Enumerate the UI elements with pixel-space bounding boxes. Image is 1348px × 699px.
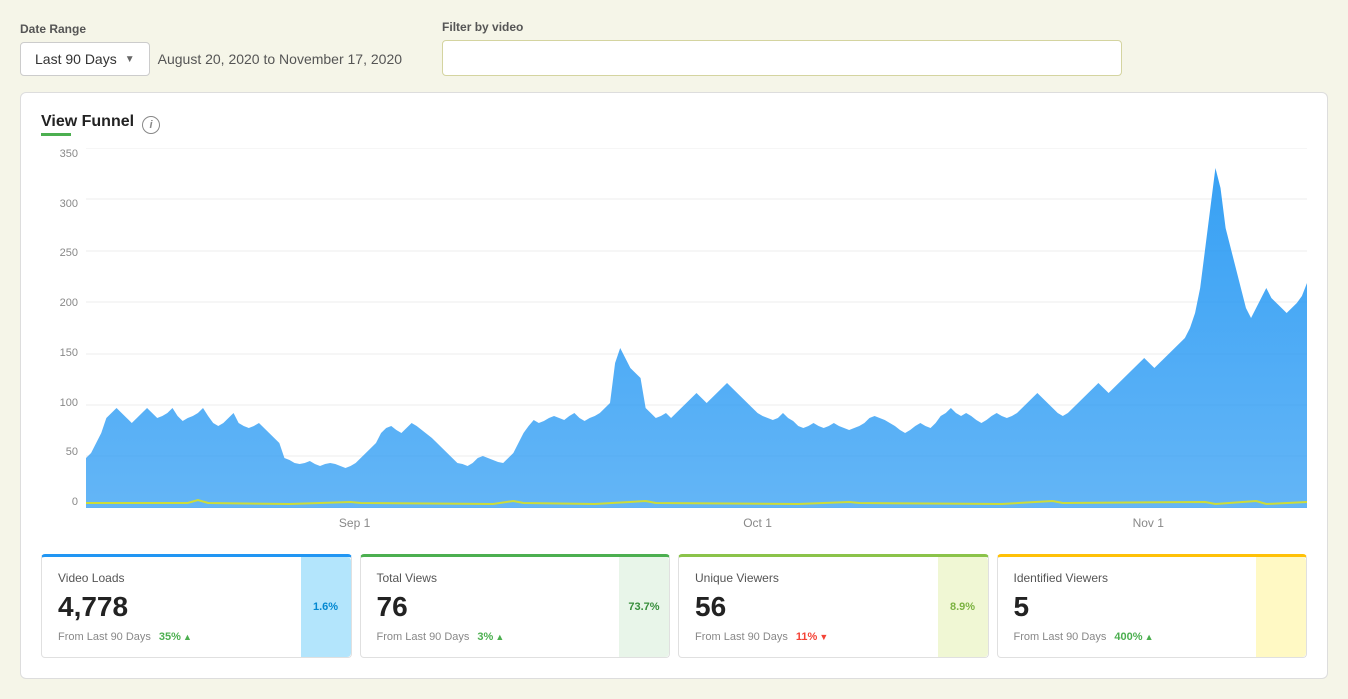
y-label-100: 100 — [60, 397, 78, 409]
x-label-sep1: Sep 1 — [339, 516, 370, 530]
metric-name-unique-viewers: Unique Viewers — [695, 571, 972, 585]
metric-bar-total-views: 73.7% — [619, 557, 669, 657]
chart-area — [86, 148, 1307, 508]
chart-title-wrapper: View Funnel — [41, 113, 134, 136]
y-label-200: 200 — [60, 297, 78, 309]
metric-bar-video-loads: 1.6% — [301, 557, 351, 657]
metric-footer-label-unique-viewers: From Last 90 Days — [695, 631, 788, 643]
y-label-150: 150 — [60, 347, 78, 359]
chart-x-labels: Sep 1 Oct 1 Nov 1 — [86, 508, 1307, 538]
main-card: View Funnel i 350 300 250 200 150 100 50… — [20, 92, 1328, 679]
metric-bar-identified-viewers — [1256, 557, 1306, 657]
info-icon[interactable]: i — [142, 116, 160, 134]
chart-title: View Funnel — [41, 113, 134, 131]
y-label-350: 350 — [60, 148, 78, 160]
metric-video-loads: Video Loads 4,778 From Last 90 Days 35% … — [41, 554, 352, 658]
y-label-0: 0 — [72, 496, 78, 508]
date-range-text: August 20, 2020 to November 17, 2020 — [158, 51, 402, 67]
metrics-row: Video Loads 4,778 From Last 90 Days 35% … — [41, 554, 1307, 658]
metric-identified-viewers: Identified Viewers 5 From Last 90 Days 4… — [997, 554, 1308, 658]
metric-change-total-views: 3% — [477, 631, 504, 643]
date-range-value: Last 90 Days — [35, 51, 117, 67]
metric-name-video-loads: Video Loads — [58, 571, 335, 585]
metric-name-identified-viewers: Identified Viewers — [1014, 571, 1291, 585]
chart-area-blue — [86, 168, 1307, 508]
metric-change-unique-viewers: 11% — [796, 631, 828, 643]
metric-value-identified-viewers: 5 — [1014, 591, 1291, 623]
date-range-button[interactable]: Last 90 Days ▼ — [20, 42, 150, 76]
metric-footer-label-identified-viewers: From Last 90 Days — [1014, 631, 1107, 643]
metric-footer-unique-viewers: From Last 90 Days 11% — [695, 631, 972, 643]
chart-container: 350 300 250 200 150 100 50 0 — [41, 148, 1307, 538]
metric-change-video-loads: 35% — [159, 631, 192, 643]
x-label-oct1: Oct 1 — [743, 516, 772, 530]
x-label-nov1: Nov 1 — [1133, 516, 1164, 530]
filter-label: Filter by video — [442, 20, 1122, 34]
metric-value-unique-viewers: 56 — [695, 591, 972, 623]
metric-value-video-loads: 4,778 — [58, 591, 335, 623]
metric-total-views: Total Views 76 From Last 90 Days 3% 73.7… — [360, 554, 671, 658]
metric-footer-video-loads: From Last 90 Days 35% — [58, 631, 335, 643]
top-controls: Date Range Last 90 Days ▼ August 20, 202… — [20, 20, 1328, 76]
chart-title-underline — [41, 133, 71, 136]
date-range-label: Date Range — [20, 22, 402, 36]
area-chart-svg — [86, 148, 1307, 508]
chart-y-axis: 350 300 250 200 150 100 50 0 — [41, 148, 86, 508]
y-label-50: 50 — [66, 446, 78, 458]
filter-input[interactable] — [442, 40, 1122, 76]
chevron-down-icon: ▼ — [125, 54, 135, 65]
metric-unique-viewers: Unique Viewers 56 From Last 90 Days 11% … — [678, 554, 989, 658]
metric-footer-label-total-views: From Last 90 Days — [377, 631, 470, 643]
metric-footer-label-video-loads: From Last 90 Days — [58, 631, 151, 643]
metric-change-identified-viewers: 400% — [1114, 631, 1153, 643]
date-range-group: Date Range Last 90 Days ▼ August 20, 202… — [20, 22, 402, 76]
y-label-300: 300 — [60, 198, 78, 210]
metric-footer-identified-viewers: From Last 90 Days 400% — [1014, 631, 1291, 643]
metric-footer-total-views: From Last 90 Days 3% — [377, 631, 654, 643]
y-label-250: 250 — [60, 247, 78, 259]
filter-group: Filter by video — [442, 20, 1122, 76]
metric-name-total-views: Total Views — [377, 571, 654, 585]
date-range-select: Last 90 Days ▼ August 20, 2020 to Novemb… — [20, 42, 402, 76]
chart-header: View Funnel i — [41, 113, 1307, 136]
metric-value-total-views: 76 — [377, 591, 654, 623]
metric-bar-unique-viewers: 8.9% — [938, 557, 988, 657]
